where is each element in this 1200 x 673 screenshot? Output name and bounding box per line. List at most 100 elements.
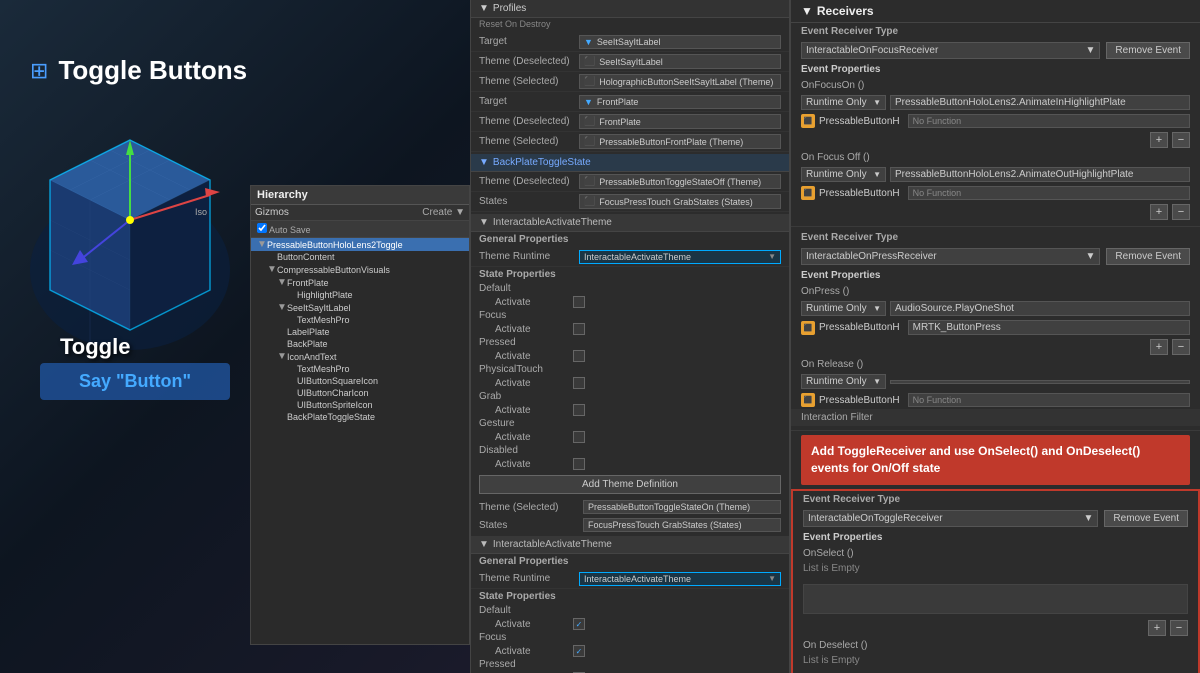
focus-off-runtime-dropdown[interactable]: Runtime Only ▼ <box>801 167 886 182</box>
focus-off-runtime-row: Runtime Only ▼ PressableButtonHoloLens2.… <box>791 165 1200 184</box>
hierarchy-item-11[interactable]: UIButtonSquareIcon <box>251 375 469 387</box>
hierarchy-header: Hierarchy <box>251 186 469 205</box>
theme-runtime-1-value[interactable]: InteractableActivateTheme ▼ <box>579 250 781 264</box>
receivers-panel: ▼ Receivers Event Receiver Type Interact… <box>790 0 1200 673</box>
activate-theme-1-header[interactable]: ▼ InteractableActivateTheme <box>471 214 789 232</box>
toggle-event-receiver-label: Event Receiver Type <box>793 491 1198 508</box>
focus-on-runtime-row: Runtime Only ▼ PressableButtonHoloLens2.… <box>791 93 1200 112</box>
cb-grab-activate-1[interactable]: Activate <box>471 403 789 417</box>
create-button[interactable]: Create ▼ <box>422 207 465 218</box>
deselected-label-1: Theme (Deselected) <box>479 56 579 67</box>
target-value-2[interactable]: ▼ FrontPlate <box>579 95 781 109</box>
toggle-states-row: States ⬛ FocusPressTouch GrabStates (Sta… <box>471 192 789 212</box>
press-receiver-dropdown[interactable]: InteractableOnPressReceiver ▼ <box>801 248 1100 265</box>
target-label-1: Target <box>479 36 579 47</box>
hierarchy-item-2[interactable]: ▼ CompressableButtonVisuals <box>251 263 469 276</box>
press-event-props-label: Event Properties <box>791 267 1200 284</box>
selected-value-2[interactable]: ⬛ PressableButtonFrontPlate (Theme) <box>579 134 781 149</box>
press-obj-name: PressableButtonH <box>819 322 900 333</box>
hierarchy-item-14[interactable]: BackPlateToggleState <box>251 411 469 423</box>
deselected-value-1[interactable]: ⬛ SeeItSayItLabel <box>579 54 781 69</box>
press-plus-button[interactable]: + <box>1150 339 1168 355</box>
focus-receiver-dropdown[interactable]: InteractableOnFocusReceiver ▼ <box>801 42 1100 59</box>
focus-off-minus-button[interactable]: − <box>1172 204 1190 220</box>
add-theme-button[interactable]: Add Theme Definition <box>479 475 781 494</box>
target-value-1[interactable]: ▼ SeeItSayItLabel <box>579 35 781 49</box>
hierarchy-item-1[interactable]: ButtonContent <box>251 251 469 263</box>
hierarchy-item-9[interactable]: ▼ IconAndText <box>251 350 469 363</box>
interaction-filter-label: Interaction Filter <box>801 412 891 423</box>
cb-gesture-activate-1[interactable]: Activate <box>471 430 789 444</box>
press-runtime-dropdown[interactable]: Runtime Only ▼ <box>801 301 886 316</box>
theme-selected-value[interactable]: PressableButtonToggleStateOn (Theme) <box>583 500 781 514</box>
hierarchy-item-3[interactable]: ▼ FrontPlate <box>251 276 469 289</box>
focus-on-plus-button[interactable]: + <box>1150 132 1168 148</box>
list-empty-1: List is Empty <box>793 561 1198 580</box>
toggle-states-value[interactable]: ⬛ FocusPressTouch GrabStates (States) <box>579 194 781 209</box>
checkbox-gesture-1 <box>573 431 585 443</box>
press-method[interactable]: MRTK_ButtonPress <box>908 320 1190 335</box>
cb-phystouch-activate-1[interactable]: Activate <box>471 376 789 390</box>
focus-on-runtime-dropdown[interactable]: Runtime Only ▼ <box>801 95 886 110</box>
cb-pressed-activate-1[interactable]: Activate <box>471 349 789 363</box>
hierarchy-item-root[interactable]: ▼ PressableButtonHoloLens2Toggle <box>251 238 469 251</box>
selected-value-1[interactable]: ⬛ HolographicButtonSeeItSayItLabel (Them… <box>579 74 781 89</box>
theme-runtime-2-value[interactable]: InteractableActivateTheme ▼ <box>579 572 781 586</box>
release-obj-row: ⬛ PressableButtonH No Function <box>791 391 1200 409</box>
toggle-minus-button[interactable]: − <box>1170 620 1188 636</box>
focus-off-method[interactable]: No Function <box>908 186 1190 200</box>
toggle-plus-minus: + − <box>793 618 1198 638</box>
press-receiver-type-row: InteractableOnPressReceiver ▼ Remove Eve… <box>791 246 1200 267</box>
hierarchy-item-7[interactable]: LabelPlate <box>251 326 469 338</box>
toggle-deselected-row: Theme (Deselected) ⬛ PressableButtonTogg… <box>471 172 789 192</box>
target-label-2: Target <box>479 96 579 107</box>
remove-toggle-event-button[interactable]: Remove Event <box>1104 510 1188 527</box>
checkbox-pressed-1 <box>573 350 585 362</box>
deselected-value-2[interactable]: ⬛ FrontPlate <box>579 114 781 129</box>
focus-on-method[interactable]: No Function <box>908 114 1190 128</box>
onpress-callback: OnPress () <box>791 284 1200 299</box>
selected-label-1: Theme (Selected) <box>479 76 579 87</box>
remove-focus-event-button[interactable]: Remove Event <box>1106 42 1190 59</box>
toggle-deselected-value[interactable]: ⬛ PressableButtonToggleStateOff (Theme) <box>579 174 781 189</box>
cb-focus-activate-1[interactable]: Activate <box>471 322 789 336</box>
release-runtime-value[interactable] <box>890 380 1190 384</box>
release-method[interactable]: No Function <box>908 393 1190 407</box>
theme-selected-row-2: Theme (Selected) ⬛ PressableButtonFrontP… <box>471 132 789 152</box>
remove-press-event-button[interactable]: Remove Event <box>1106 248 1190 265</box>
toggle-receiver-dropdown[interactable]: InteractableOnToggleReceiver ▼ <box>803 510 1098 527</box>
focus-off-runtime-value[interactable]: PressableButtonHoloLens2.AnimateOutHighl… <box>890 167 1190 182</box>
hierarchy-item-6[interactable]: TextMeshPro <box>251 314 469 326</box>
activate-theme-2-header[interactable]: ▼ InteractableActivateTheme <box>471 536 789 554</box>
focus-on-runtime-value[interactable]: PressableButtonHoloLens2.AnimateInHighli… <box>890 95 1190 110</box>
state-props-2: State Properties <box>471 589 789 604</box>
release-runtime-row: Runtime Only ▼ <box>791 372 1200 391</box>
hierarchy-item-10[interactable]: TextMeshPro <box>251 363 469 375</box>
focus-on-minus-button[interactable]: − <box>1172 132 1190 148</box>
theme-runtime-2-label: Theme Runtime <box>479 573 579 584</box>
release-runtime-dropdown[interactable]: Runtime Only ▼ <box>801 374 886 389</box>
hierarchy-item-13[interactable]: UIButtonSpriteIcon <box>251 399 469 411</box>
focus-off-callback: On Focus Off () <box>791 150 1200 165</box>
hierarchy-panel: Hierarchy Gizmos Create ▼ Auto Save ▼ Pr… <box>250 185 470 645</box>
checkbox-group-2: Default Activate Focus Activate Pressed … <box>471 604 789 673</box>
checkbox-disabled-1 <box>573 458 585 470</box>
cb-focus-activate-2[interactable]: Activate <box>471 644 789 658</box>
ondeselect-callback: On Deselect () <box>793 638 1198 653</box>
cb-focus-2: Focus <box>471 631 789 644</box>
cb-default-activate-2[interactable]: Activate <box>471 617 789 631</box>
cb-disabled-activate-1[interactable]: Activate <box>471 457 789 471</box>
hierarchy-item-8[interactable]: BackPlate <box>251 338 469 350</box>
press-minus-button[interactable]: − <box>1172 339 1190 355</box>
toggle-plus-button[interactable]: + <box>1148 620 1166 636</box>
focus-off-plus-button[interactable]: + <box>1150 204 1168 220</box>
target-row-2: Target ▼ FrontPlate <box>471 92 789 112</box>
svg-text:Iso: Iso <box>195 207 207 217</box>
cb-default-activate-1[interactable]: Activate <box>471 295 789 309</box>
hierarchy-item-4[interactable]: HighlightPlate <box>251 289 469 301</box>
press-runtime-value[interactable]: AudioSource.PlayOneShot <box>890 301 1190 316</box>
hierarchy-item-5[interactable]: ▼ SeeItSayItLabel <box>251 301 469 314</box>
hierarchy-item-12[interactable]: UIButtonCharIcon <box>251 387 469 399</box>
states-selected-value[interactable]: FocusPressTouch GrabStates (States) <box>583 518 781 532</box>
toggle-state-header[interactable]: ▼ BackPlateToggleState <box>471 154 789 172</box>
